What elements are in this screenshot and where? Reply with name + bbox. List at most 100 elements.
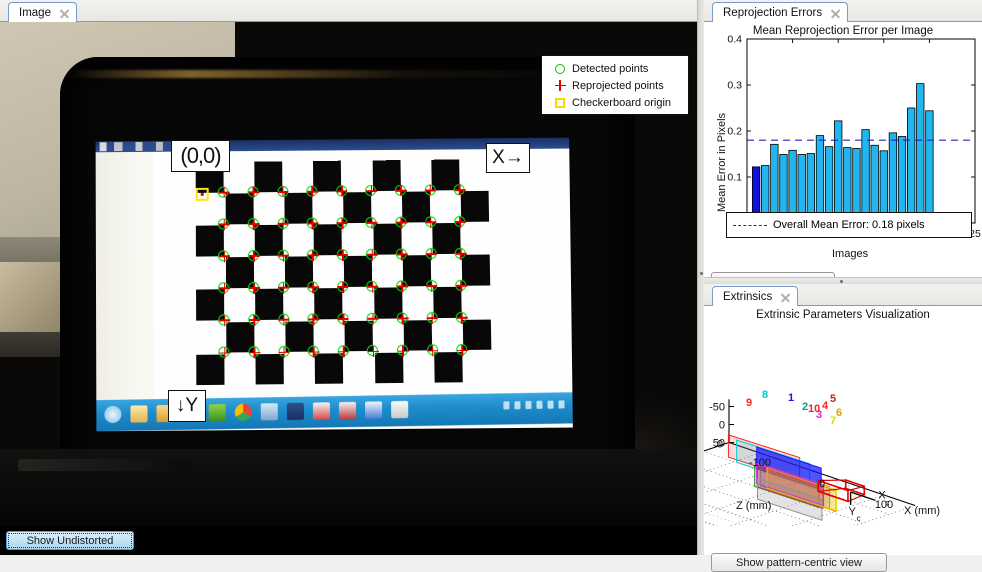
taskbar-pdf-icon — [313, 402, 330, 419]
bar[interactable] — [889, 133, 896, 223]
chart-mean-legend: Overall Mean Error: 0.18 pixels — [726, 212, 972, 238]
corner-marker — [276, 185, 291, 200]
screen-left-strip — [96, 152, 155, 400]
chart-mean-legend-label: Overall Mean Error: 0.18 pixels — [773, 219, 925, 231]
corner-marker — [425, 311, 440, 326]
bar-rect[interactable] — [907, 108, 914, 223]
corner-marker — [425, 279, 440, 294]
extrinsics-tabstrip: Extrinsics — [704, 284, 982, 306]
bar-rect[interactable] — [834, 121, 841, 223]
close-icon[interactable] — [780, 292, 791, 303]
checkerboard-pattern — [196, 159, 494, 387]
corner-marker — [277, 345, 292, 360]
taskbar-explorer-icon — [130, 405, 147, 422]
taskbar-chrome-icon — [235, 404, 252, 421]
image-legend: Detected points Reprojected points Check… — [541, 55, 689, 115]
tab-image[interactable]: Image — [8, 2, 77, 23]
taskbar-media-icon — [287, 403, 304, 420]
tab-reprojection-errors[interactable]: Reprojection Errors — [712, 2, 848, 23]
corner-marker — [365, 280, 380, 295]
pattern-index-label: 4 — [822, 400, 829, 412]
extrinsics-3d-plot[interactable]: 12345689710XcYc-500500100200300-1000100Z… — [704, 306, 982, 526]
origin-annotation: (0,0) — [171, 140, 230, 172]
corner-marker — [218, 314, 233, 329]
corner-marker — [423, 183, 438, 198]
corner-marker — [396, 344, 411, 359]
corner-marker — [307, 345, 322, 360]
bar-rect[interactable] — [898, 137, 905, 223]
corner-marker — [247, 345, 262, 360]
corner-marker — [306, 248, 321, 263]
corner-marker — [454, 247, 469, 262]
corner-marker — [454, 279, 469, 294]
taskbar-system-tray — [503, 400, 564, 409]
y-tick-label: 0.4 — [727, 34, 742, 46]
red-plus-icon — [548, 80, 572, 91]
corner-marker — [336, 312, 351, 327]
corner-marker — [247, 249, 262, 264]
corner-marker — [394, 184, 409, 199]
laptop-base-edge — [18, 459, 193, 471]
camera-calibrator-window: Image — [0, 0, 982, 555]
bar[interactable] — [907, 108, 914, 223]
reprojection-errors-panel: Reprojection Errors Mean Reprojection Er… — [704, 0, 982, 277]
corner-marker — [336, 248, 351, 263]
show-undistorted-button[interactable]: Show Undistorted — [6, 531, 134, 550]
taskbar-window-icon — [261, 403, 278, 420]
corner-marker — [365, 248, 380, 263]
extrinsics-z-axis-label: Z (mm) — [736, 500, 771, 512]
corner-marker — [276, 217, 291, 232]
corner-marker — [217, 249, 232, 264]
corner-marker — [364, 184, 379, 199]
tab-extrinsics-label: Extrinsics — [723, 291, 772, 303]
corner-marker — [217, 185, 232, 200]
cardboard-box — [0, 262, 62, 332]
corner-marker — [394, 216, 409, 231]
bar[interactable] — [816, 136, 823, 223]
pattern-index-label: 9 — [746, 397, 752, 409]
bar-rect[interactable] — [926, 111, 933, 223]
bar-rect[interactable] — [917, 84, 924, 223]
x-axis-tick-label: -100 — [749, 457, 771, 469]
taskbar-matlab2-icon — [365, 401, 382, 418]
legend-label-reprojected: Reprojected points — [572, 80, 664, 92]
checkerboard-origin-marker — [195, 187, 208, 200]
extrinsics-x-axis-label: X (mm) — [904, 505, 940, 517]
green-circle-icon — [548, 64, 572, 74]
taskbar-icon-group — [104, 401, 408, 423]
corner-marker — [453, 215, 468, 230]
corner-marker — [335, 184, 350, 199]
bar[interactable] — [834, 121, 841, 223]
tray-icon — [536, 401, 542, 409]
reprojection-chart-area[interactable]: Mean Reprojection Error per Image 00.10.… — [704, 22, 982, 277]
bar[interactable] — [926, 111, 933, 223]
chart-y-axis-label: Mean Error in Pixels — [716, 113, 728, 212]
bar-rect[interactable] — [889, 133, 896, 223]
corner-marker — [217, 217, 232, 232]
corner-marker — [424, 215, 439, 230]
bar-rect[interactable] — [862, 130, 869, 223]
bar[interactable] — [917, 84, 924, 223]
corner-marker — [453, 183, 468, 198]
close-icon[interactable] — [59, 8, 70, 19]
corner-marker — [366, 312, 381, 327]
dashed-line-icon — [733, 225, 767, 226]
bar[interactable] — [862, 130, 869, 223]
calibration-image-view[interactable]: (0,0) X→ ↓Y Detected points Reprojected … — [0, 22, 697, 527]
tab-extrinsics[interactable]: Extrinsics — [712, 286, 798, 307]
bar[interactable] — [898, 137, 905, 223]
corner-marker — [247, 313, 262, 328]
show-pattern-centric-view-button[interactable]: Show pattern-centric view — [711, 553, 887, 572]
bar-rect[interactable] — [816, 136, 823, 223]
close-icon[interactable] — [830, 8, 841, 19]
extrinsics-plot-area[interactable]: Extrinsic Parameters Visualization 12345… — [704, 306, 982, 555]
corner-marker — [217, 281, 232, 296]
corner-marker — [366, 344, 381, 359]
corner-marker — [247, 185, 262, 200]
corner-marker — [426, 344, 441, 359]
corner-marker — [218, 346, 233, 361]
chart-x-axis-label: Images — [832, 248, 868, 260]
x-axis-annotation: X→ — [486, 143, 530, 173]
corner-marker — [247, 281, 262, 296]
tab-reprojection-label: Reprojection Errors — [723, 7, 822, 19]
